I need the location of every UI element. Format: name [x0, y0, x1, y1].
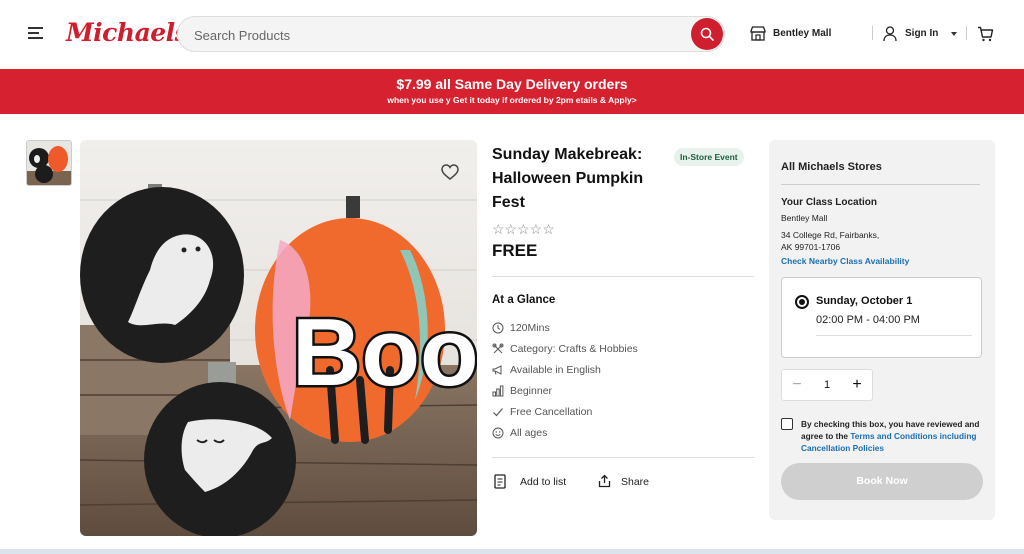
heart-icon[interactable] — [441, 164, 459, 180]
site-header: Michaels Bentley Mall Sign In — [0, 0, 1024, 69]
promo-title: $7.99 all Same Day Delivery orders — [396, 76, 628, 92]
location-name: Bentley Mall — [781, 213, 828, 223]
class-location-heading: Your Class Location — [781, 197, 877, 208]
product-price: FREE — [492, 241, 538, 260]
store-label: Bentley Mall — [773, 28, 832, 39]
michaels-logo[interactable]: Michaels — [66, 18, 189, 47]
divider — [492, 457, 754, 458]
store-icon — [750, 26, 766, 41]
megaphone-icon — [492, 365, 502, 375]
header-divider — [872, 26, 873, 40]
check-icon — [493, 408, 503, 417]
divider — [781, 184, 980, 185]
craft-icon — [492, 343, 504, 354]
share-label: Share — [621, 476, 650, 488]
promo-banner[interactable]: $7.99 all Same Day Delivery orders when … — [0, 69, 1024, 114]
search-button[interactable] — [691, 18, 723, 50]
divider — [816, 335, 972, 336]
glance-label: 120Mins — [510, 322, 550, 334]
search-input[interactable] — [194, 25, 674, 45]
promo-subtitle: when you use y Get it today if ordered b… — [387, 95, 637, 105]
divider — [492, 276, 754, 277]
session-time: 02:00 PM - 04:00 PM — [816, 314, 920, 326]
store-scope-title: All Michaels Stores — [781, 161, 882, 173]
address-line: AK 99701-1706 — [781, 242, 841, 252]
book-now-button[interactable]: Book Now — [781, 463, 983, 500]
glance-label: Beginner — [510, 385, 553, 397]
search-icon — [700, 27, 714, 41]
glance-label: Available in English — [510, 364, 601, 376]
terms-text: By checking this box, you have reviewed … — [801, 418, 986, 454]
product-title-line: Fest — [492, 194, 525, 211]
session-option[interactable]: Sunday, October 1 02:00 PM - 04:00 PM — [781, 277, 982, 358]
search-bar — [177, 16, 725, 52]
glance-label: Category: Crafts & Hobbies — [510, 343, 638, 355]
list-icon — [494, 474, 506, 489]
in-store-event-badge: In-Store Event — [674, 148, 744, 166]
product-title-line: Sunday Makebreak: — [492, 146, 643, 163]
product-thumbnail[interactable] — [26, 140, 72, 186]
page-bottom-edge — [0, 549, 1024, 554]
at-a-glance-heading: At a Glance — [492, 294, 556, 306]
glance-label: Free Cancellation — [510, 406, 593, 418]
smile-icon — [492, 427, 504, 439]
boo-text: Boo — [292, 299, 477, 406]
quantity-stepper: − 1 + — [781, 369, 873, 401]
sign-in-label: Sign In — [905, 28, 939, 39]
rating-stars[interactable]: ☆☆☆☆☆ — [492, 221, 555, 238]
sign-in-button[interactable]: Sign In — [883, 26, 938, 42]
quantity-value[interactable]: 1 — [812, 370, 842, 400]
location-address: 34 College Rd, Fairbanks, AK 99701-1706 — [781, 229, 911, 253]
bars-icon — [492, 385, 504, 397]
thumbnail-image — [27, 141, 71, 185]
menu-icon[interactable] — [28, 27, 43, 39]
header-divider — [966, 26, 967, 40]
clock-icon — [492, 322, 504, 334]
glance-label: All ages — [510, 427, 548, 439]
session-date: Sunday, October 1 — [816, 295, 913, 307]
session-radio[interactable] — [795, 295, 809, 309]
increase-button[interactable]: + — [842, 370, 872, 400]
product-title-line: Halloween Pumpkin — [492, 170, 644, 187]
check-nearby-link[interactable]: Check Nearby Class Availability — [781, 256, 909, 266]
share-icon — [598, 474, 611, 488]
add-to-list-label: Add to list — [520, 476, 567, 488]
booking-panel: All Michaels Stores Your Class Location … — [769, 140, 995, 520]
product-title: Sunday Makebreak: Halloween Pumpkin Fest — [492, 143, 672, 215]
decrease-button[interactable]: − — [782, 370, 812, 400]
cart-icon[interactable] — [977, 26, 994, 47]
product-image: Boo — [80, 140, 477, 536]
chevron-down-icon[interactable] — [951, 32, 957, 36]
terms-checkbox[interactable] — [781, 418, 793, 430]
user-icon — [883, 26, 897, 42]
address-line: 34 College Rd, Fairbanks, — [781, 230, 880, 240]
